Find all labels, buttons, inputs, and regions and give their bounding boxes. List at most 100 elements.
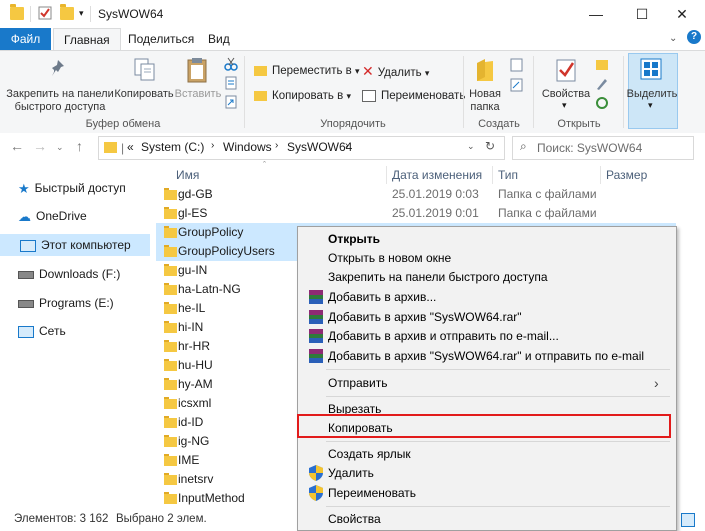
nav-quick-access[interactable]: ★ Быстрый доступ <box>18 177 126 199</box>
menu-item-add-archive[interactable]: Добавить в архив... <box>309 287 436 307</box>
column-header-size[interactable]: Размер <box>606 165 647 185</box>
recent-locations-icon[interactable]: ⌄ <box>56 142 64 153</box>
menu-separator <box>326 396 670 397</box>
menu-item-add-rar[interactable]: Добавить в архив "SysWOW64.rar" <box>309 307 522 327</box>
dropdown-arrow-icon[interactable]: ▾ <box>562 100 567 111</box>
dropdown-arrow-icon: ▾ <box>346 91 351 101</box>
move-to-button[interactable]: Переместить в ▾ <box>254 62 360 80</box>
drive-icon <box>18 299 34 308</box>
copy-to-button[interactable]: Копировать в ▾ <box>254 87 351 105</box>
nav-this-pc-label: Этот компьютер <box>41 238 131 252</box>
address-bar[interactable]: | « System (C:) › Windows › SysWOW64 › ⌄… <box>98 136 505 160</box>
column-divider[interactable] <box>492 166 493 184</box>
nav-this-pc[interactable]: Этот компьютер <box>0 234 150 256</box>
cut-icon[interactable] <box>224 57 238 71</box>
menu-separator <box>326 441 670 442</box>
properties-check-icon[interactable] <box>37 5 53 21</box>
column-header-type[interactable]: Тип <box>498 165 518 185</box>
copy-button[interactable]: Копировать <box>114 88 174 101</box>
menu-item-open-new-window[interactable]: Открыть в новом окне <box>328 248 451 268</box>
nav-downloads-drive[interactable]: Downloads (F:) <box>18 263 120 285</box>
context-menu: Открыть Открыть в новом окне Закрепить н… <box>297 226 677 531</box>
highlight-box <box>297 414 671 438</box>
back-arrow-icon[interactable]: ← <box>10 138 24 154</box>
help-icon[interactable]: ? <box>687 30 701 44</box>
nav-programs-label: Programs (E:) <box>39 296 114 310</box>
folder-icon <box>164 283 177 295</box>
menu-item-properties[interactable]: Свойства <box>328 509 381 529</box>
close-button[interactable]: ✕ <box>659 0 705 28</box>
column-divider[interactable] <box>386 166 387 184</box>
chevron-right-icon[interactable]: › <box>211 140 214 151</box>
rename-button[interactable]: Переименовать <box>362 87 465 105</box>
paste-shortcut-icon[interactable] <box>224 95 238 109</box>
tab-view[interactable]: Вид <box>198 28 240 50</box>
copy-path-icon[interactable] <box>224 76 238 90</box>
nav-programs-drive[interactable]: Programs (E:) <box>18 292 114 314</box>
file-name: IME <box>178 453 200 467</box>
file-name: he-IL <box>178 301 206 315</box>
divider <box>30 6 31 22</box>
menu-item-label: Добавить в архив "SysWOW64.rar" <box>328 310 522 324</box>
history-icon[interactable] <box>595 96 609 110</box>
chevron-right-icon[interactable]: › <box>345 140 348 151</box>
nav-onedrive[interactable]: ☁ OneDrive <box>18 205 87 227</box>
easy-access-icon[interactable] <box>510 78 524 92</box>
file-name: gu-IN <box>178 263 208 277</box>
menu-item-rename[interactable]: Переименовать <box>309 483 416 503</box>
menu-item-create-shortcut[interactable]: Создать ярлык <box>328 444 411 464</box>
tab-share[interactable]: Поделиться <box>118 28 204 50</box>
file-name: GroupPolicyUsers <box>178 244 275 258</box>
tab-home[interactable]: Главная <box>53 28 121 51</box>
clipboard-group-label: Буфер обмена <box>85 118 161 130</box>
column-divider[interactable] <box>600 166 601 184</box>
pin-quick-access-button[interactable]: Закрепить на панели быстрого доступа <box>6 88 114 114</box>
winrar-icon <box>309 310 323 324</box>
delete-label: Удалить <box>377 67 422 79</box>
search-box[interactable]: ⌕ Поиск: SysWOW64 <box>512 136 694 160</box>
new-folder-quick-icon[interactable] <box>60 4 74 20</box>
paste-button[interactable]: Вставить <box>174 88 222 101</box>
file-name: hu-HU <box>178 358 213 372</box>
search-icon: ⌕ <box>520 139 527 153</box>
menu-item-open[interactable]: Открыть <box>328 229 380 249</box>
network-icon <box>18 325 34 338</box>
menu-item-pin-quick-access[interactable]: Закрепить на панели быстрого доступа <box>328 267 548 287</box>
file-row[interactable]: gl-ES 25.01.2019 0:01 Папка с файлами <box>156 204 676 223</box>
new-folder-button[interactable]: Новая папка <box>464 88 506 114</box>
new-item-icon[interactable] <box>510 58 524 72</box>
file-row[interactable]: gd-GB 25.01.2019 0:03 Папка с файлами <box>156 185 676 204</box>
forward-arrow-icon[interactable]: → <box>33 138 47 154</box>
organize-group-label: Упорядочить <box>320 118 386 130</box>
breadcrumb-system-c[interactable]: System (C:) <box>141 140 204 154</box>
folder-icon <box>164 492 177 504</box>
collapse-ribbon-icon[interactable]: ⌄ <box>669 33 677 44</box>
column-header-name[interactable]: Имя <box>176 165 199 185</box>
folder-icon <box>164 226 177 238</box>
breadcrumb-overflow[interactable]: « <box>127 140 134 154</box>
tab-file[interactable]: Файл <box>0 28 51 50</box>
nav-network[interactable]: Сеть <box>18 320 66 342</box>
address-dropdown-icon[interactable]: ⌄ <box>467 141 475 152</box>
menu-item-label: Переименовать <box>328 486 416 500</box>
menu-item-send-to[interactable]: Отправить › <box>328 373 668 393</box>
details-view-icon[interactable] <box>681 513 695 527</box>
move-to-label: Переместить в <box>272 65 352 77</box>
menu-item-add-rar-email[interactable]: Добавить в архив "SysWOW64.rar" и отправ… <box>309 346 645 366</box>
delete-button[interactable]: ✕ Удалить ▾ <box>362 62 429 80</box>
divider <box>90 6 91 22</box>
refresh-icon[interactable]: ↻ <box>485 139 495 153</box>
menu-item-add-email[interactable]: Добавить в архив и отправить по e-mail..… <box>309 326 559 346</box>
open-icon[interactable] <box>595 57 609 71</box>
column-header-date[interactable]: Дата изменения <box>392 165 482 185</box>
menu-item-label: Добавить в архив "SysWOW64.rar" и отправ… <box>328 349 645 363</box>
breadcrumb-windows[interactable]: Windows <box>223 140 272 154</box>
breadcrumb-syswow64[interactable]: SysWOW64 <box>287 140 352 154</box>
folder-icon <box>164 302 177 314</box>
menu-item-delete[interactable]: Удалить <box>309 463 374 483</box>
edit-icon[interactable] <box>595 77 609 91</box>
up-arrow-icon[interactable]: ↑ <box>76 138 83 154</box>
customize-quick-access-icon[interactable]: ▾ <box>79 8 84 19</box>
chevron-right-icon[interactable]: › <box>275 140 278 151</box>
minimize-button[interactable]: — <box>573 0 619 28</box>
